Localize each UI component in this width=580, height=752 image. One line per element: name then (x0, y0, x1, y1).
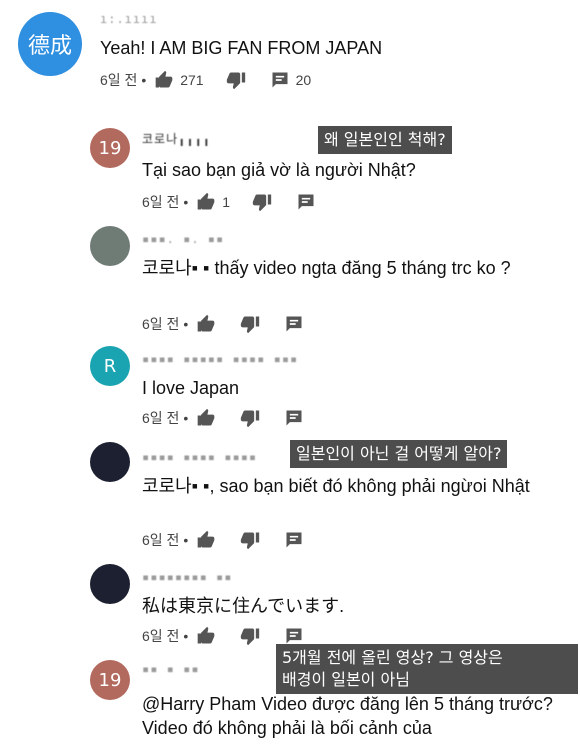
reply-count: 20 (295, 72, 312, 88)
thumbs-up-icon[interactable] (196, 626, 216, 646)
reply-icon[interactable] (284, 626, 304, 646)
avatar[interactable]: 19 (90, 128, 130, 168)
thumbs-down-icon[interactable] (240, 314, 260, 334)
comment-actions: 6일 전 • (142, 406, 310, 430)
thumbs-down-icon[interactable] (240, 408, 260, 428)
comment-time: 6일 전 • (142, 628, 189, 644)
comment-text: Yeah! I AM BIG FAN FROM JAPAN (100, 38, 383, 58)
comment-actions: 6일 전 • (142, 312, 310, 336)
comment-actions: 6일 전 • 271 20 (100, 68, 311, 92)
comment-text: @Harry Pham Video được đăng lên 5 tháng … (142, 694, 553, 738)
thumbs-up-icon[interactable] (196, 408, 216, 428)
comment-text: I love Japan (142, 378, 240, 398)
thumbs-up-icon[interactable] (196, 192, 216, 212)
overlay-caption: 일본인이 아닌 걸 어떻게 알아? (290, 440, 508, 468)
comment-text: 코로나▪ ▪ thấy video ngta đăng 5 tháng trc … (142, 258, 511, 278)
avatar[interactable] (90, 564, 130, 604)
avatar-initials: R (103, 355, 117, 377)
thumbs-down-icon[interactable] (252, 192, 272, 212)
comment-time: 6일 전 • (142, 316, 189, 332)
comment-time: 6일 전 • (100, 72, 147, 88)
commenter-name[interactable]: ▪▪▪▪ ▪▪▪▪▪ ▪▪▪▪ ▪▪▪ (142, 352, 298, 366)
like-count: 1 (222, 194, 231, 210)
like-count: 271 (180, 72, 204, 88)
reply-icon[interactable] (284, 314, 304, 334)
thumbs-up-icon[interactable] (196, 530, 216, 550)
commenter-name[interactable]: ▪▪▪. ▪. ▪▪ (142, 232, 224, 246)
comment-actions: 6일 전 • (142, 528, 310, 552)
commenter-name[interactable]: ▪▪▪▪▪▪▪▪ ▪▪ (142, 570, 232, 584)
comment-text: 私は東京に住んでいます. (142, 596, 345, 616)
comment-time: 6일 전 • (142, 194, 189, 210)
thumbs-down-icon[interactable] (240, 530, 260, 550)
commenter-name[interactable]: ı:.ıııı (100, 12, 158, 26)
reply-icon[interactable] (284, 530, 304, 550)
comment-time: 6일 전 • (142, 410, 189, 426)
overlay-caption-line: 5개월 전에 올린 영상? 그 영상은 (282, 648, 503, 667)
comment-text: Tại sao bạn giả vờ là người Nhật? (142, 160, 416, 180)
avatar[interactable]: R (90, 346, 130, 386)
avatar[interactable] (90, 226, 130, 266)
comment-actions: 6일 전 • 1 (142, 190, 322, 214)
overlay-caption: 왜 일본인인 척해? (318, 126, 452, 154)
reply-icon[interactable] (270, 70, 290, 90)
reply-icon[interactable] (284, 408, 304, 428)
overlay-caption: 5개월 전에 올린 영상? 그 영상은 배경이 일본이 아님 (276, 644, 578, 694)
overlay-caption-line: 배경이 일본이 아님 (282, 670, 410, 689)
avatar[interactable] (90, 442, 130, 482)
comment-time: 6일 전 • (142, 532, 189, 548)
thumbs-down-icon[interactable] (240, 626, 260, 646)
thumbs-up-icon[interactable] (196, 314, 216, 334)
commenter-name[interactable]: ▪▪▪▪ ▪▪▪▪ ▪▪▪▪ (142, 450, 257, 464)
reply-icon[interactable] (296, 192, 316, 212)
avatar-initials: 19 (98, 137, 122, 159)
commenter-name[interactable]: ▪▪ ▪ ▪▪ (142, 662, 200, 676)
avatar-initials: 19 (98, 669, 122, 691)
avatar[interactable]: 德成 (18, 12, 82, 76)
avatar-initials: 德成 (27, 34, 72, 59)
commenter-name[interactable]: 코로나╻╻╻╻ (142, 130, 211, 146)
thumbs-down-icon[interactable] (226, 70, 246, 90)
comment-top: 德成 ı:.ıııı Yeah! I AM BIG FAN FROM JAPAN… (0, 0, 580, 110)
comment-text: 코로나▪ ▪, sao bạn biết đó không phải ngừoi… (142, 476, 530, 496)
thumbs-up-icon[interactable] (154, 70, 174, 90)
avatar[interactable]: 19 (90, 660, 130, 700)
